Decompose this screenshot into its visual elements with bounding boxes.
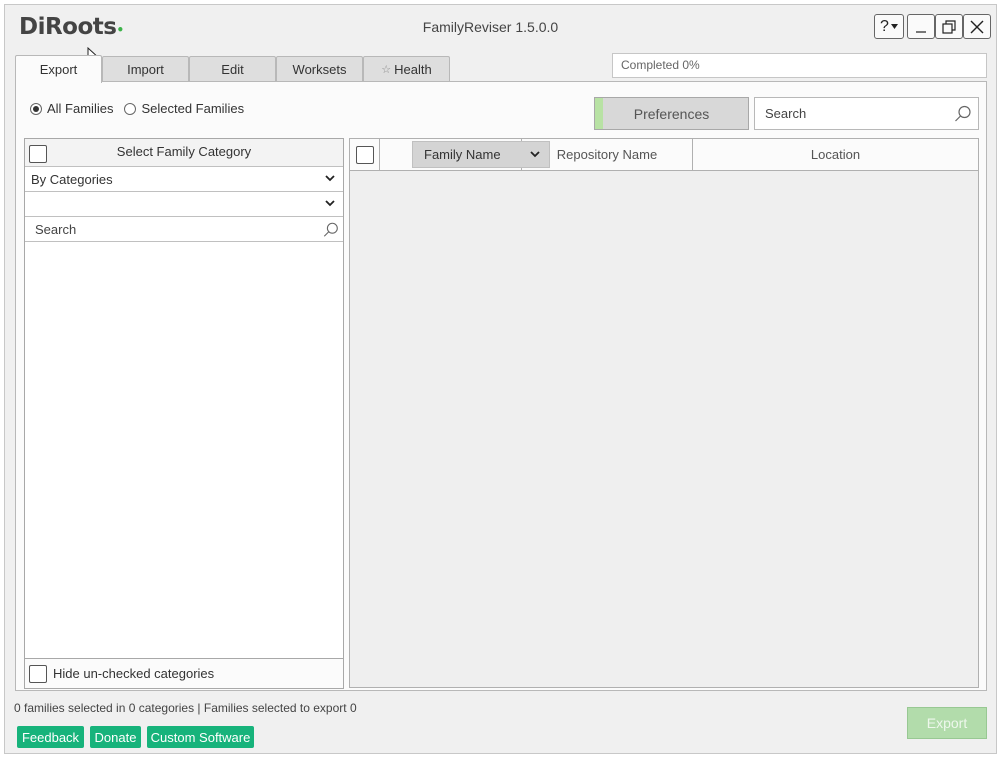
families-grid: Family Name Repository Name Location — [349, 138, 979, 688]
radio-all-families-label[interactable]: All Families — [47, 101, 113, 116]
search-icon[interactable] — [322, 221, 340, 239]
hide-unchecked-checkbox[interactable] — [29, 664, 47, 683]
family-filter: All Families Selected Families — [30, 101, 244, 116]
custom-software-button[interactable]: Custom Software — [147, 726, 254, 748]
tab-import[interactable]: Import — [102, 56, 189, 82]
star-icon: ☆ — [381, 64, 392, 76]
donate-button[interactable]: Donate — [90, 726, 141, 748]
radio-all-families[interactable] — [30, 102, 42, 115]
minimize-icon — [916, 30, 926, 33]
chevron-down-icon — [325, 175, 335, 182]
restore-button[interactable] — [935, 14, 963, 39]
window-title: FamilyReviser 1.5.0.0 — [422, 19, 559, 35]
category-grouping-dropdown[interactable]: By Categories — [25, 167, 343, 192]
hide-unchecked-row: Hide un-checked categories — [25, 658, 343, 688]
tab-health-label: Health — [394, 62, 432, 77]
category-panel-header: Select Family Category — [25, 139, 343, 167]
search-icon[interactable] — [953, 104, 973, 124]
help-button[interactable]: ? — [874, 14, 904, 39]
category-search-input[interactable]: Search — [25, 217, 343, 242]
column-family-name: Family Name — [380, 139, 550, 170]
progress-bar: Completed 0% — [612, 53, 987, 78]
tab-health[interactable]: ☆ Health — [363, 56, 450, 82]
preferences-button[interactable]: Preferences — [594, 97, 749, 130]
export-button[interactable]: Export — [907, 707, 987, 739]
category-filter-dropdown[interactable] — [25, 192, 343, 217]
radio-selected-families-label[interactable]: Selected Families — [141, 101, 244, 116]
grid-header: Family Name Repository Name Location — [350, 139, 979, 171]
tab-edit[interactable]: Edit — [189, 56, 276, 82]
help-label: ? — [880, 17, 889, 35]
select-all-families-cell — [350, 139, 380, 170]
select-all-families-checkbox[interactable] — [355, 145, 374, 164]
search-input[interactable]: Search — [754, 97, 979, 130]
radio-selected-families[interactable] — [124, 102, 137, 115]
tab-export[interactable]: Export — [15, 55, 102, 83]
preferences-label: Preferences — [633, 105, 710, 122]
close-button[interactable] — [963, 14, 991, 39]
category-panel-title: Select Family Category — [116, 144, 252, 159]
close-icon — [970, 20, 984, 33]
feedback-button[interactable]: Feedback — [17, 726, 84, 748]
category-search-placeholder: Search — [35, 222, 77, 237]
column-location[interactable]: Location — [693, 139, 979, 170]
tab-worksets[interactable]: Worksets — [276, 56, 363, 82]
category-grouping-value: By Categories — [31, 172, 113, 187]
column-family-name-label: Family Name — [424, 147, 501, 162]
column-repository-name[interactable]: Repository Name — [522, 139, 693, 170]
search-placeholder: Search — [765, 106, 807, 121]
main-window: DiRoots• FamilyReviser 1.5.0.0 ? Complet… — [4, 4, 997, 754]
minimize-button[interactable] — [907, 14, 935, 39]
export-panel: All Families Selected Families Preferenc… — [15, 81, 987, 691]
chevron-down-icon — [890, 24, 898, 29]
hide-unchecked-label[interactable]: Hide un-checked categories — [53, 666, 214, 681]
restore-icon — [942, 19, 956, 34]
chevron-down-icon — [325, 200, 335, 207]
status-text: 0 families selected in 0 categories | Fa… — [14, 701, 357, 715]
category-panel: Select Family Category By Categories Sea… — [24, 138, 344, 689]
